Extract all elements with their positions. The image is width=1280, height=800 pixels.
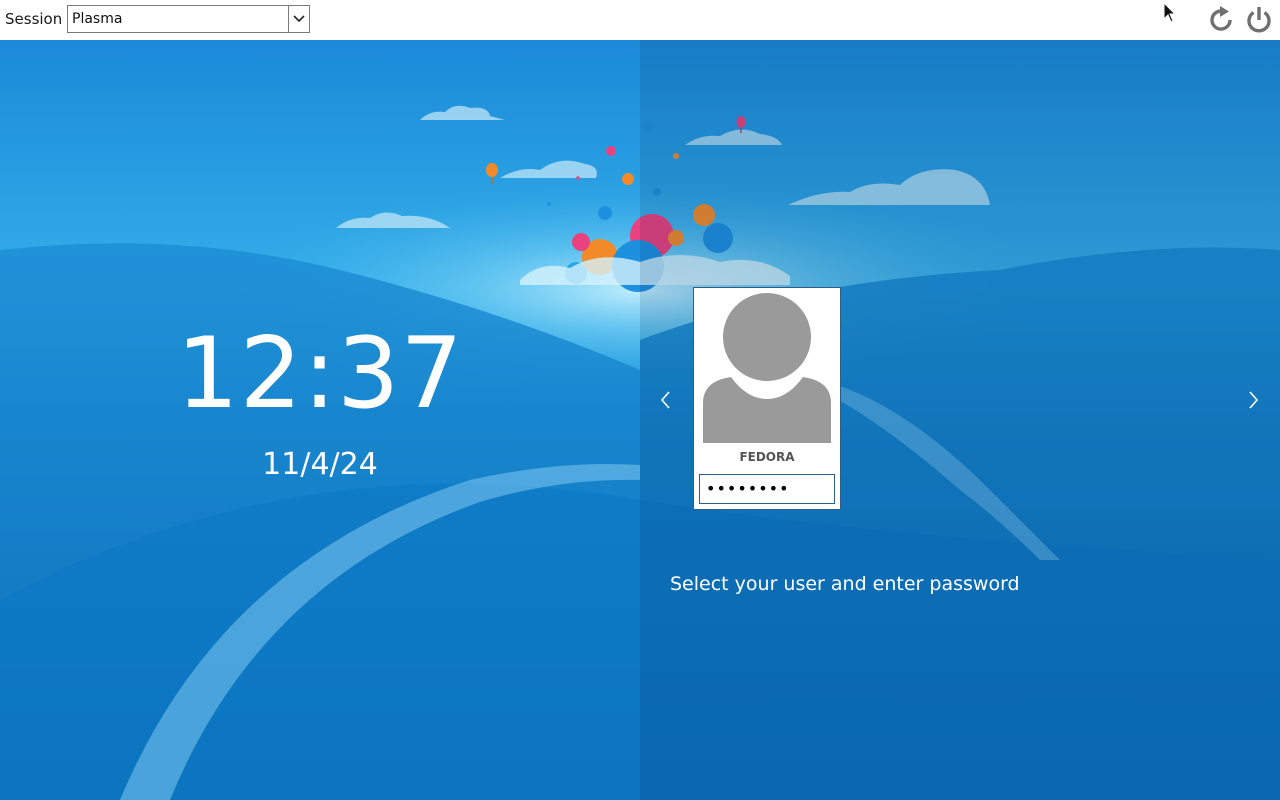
chevron-left-icon[interactable] [656,388,676,412]
user-avatar-icon [703,293,831,443]
chevron-right-icon[interactable] [1244,388,1264,412]
password-input[interactable]: •••••••• [699,474,835,504]
user-card[interactable]: FEDORA •••••••• [693,287,841,510]
clock-time: 12:37 [176,317,464,431]
chevron-down-icon[interactable] [288,6,309,32]
mouse-pointer-icon [1163,2,1177,23]
session-dropdown[interactable]: Plasma [67,5,310,33]
power-icon[interactable] [1243,4,1275,36]
session-selected-value: Plasma [72,11,123,27]
clock-date: 11/4/24 [262,447,378,482]
top-bar: Session Plasma [0,0,1280,40]
user-name: FEDORA [739,450,795,464]
login-stage: 12:37 11/4/24 FEDORA •••••••• Select you… [0,40,1280,800]
session-label: Session [5,10,63,28]
restart-icon[interactable] [1205,4,1237,36]
login-prompt: Select your user and enter password [670,573,1020,595]
